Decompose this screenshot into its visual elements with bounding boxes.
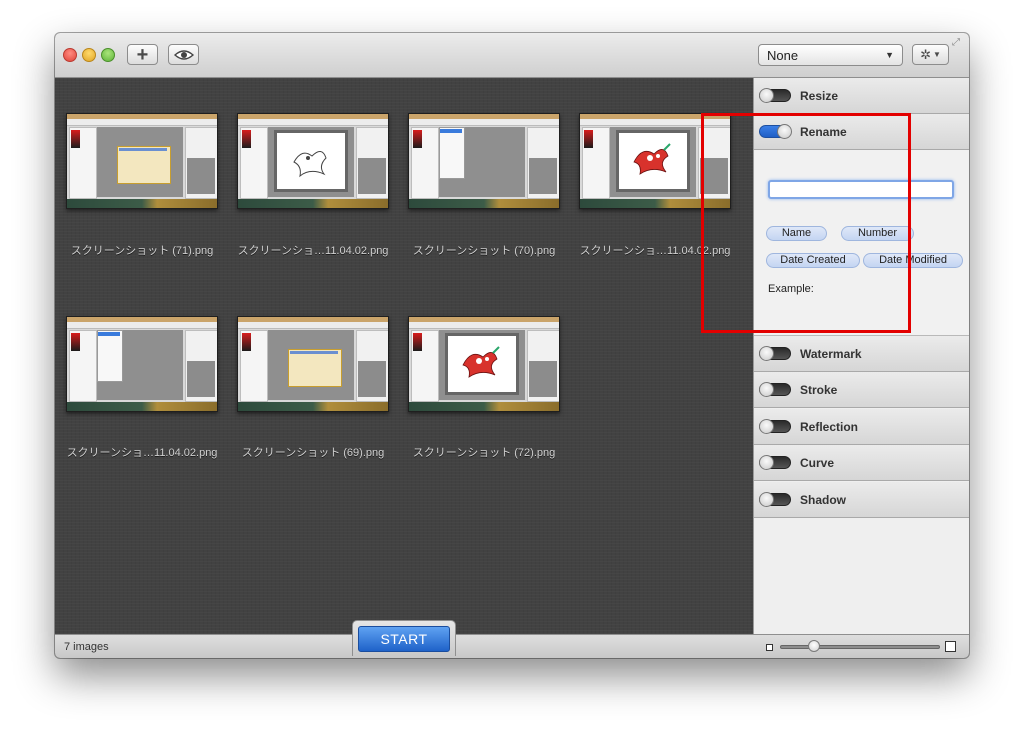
watermark-toggle[interactable]: [759, 346, 791, 361]
resize-toggle[interactable]: [759, 88, 791, 103]
stroke-toggle[interactable]: [759, 382, 791, 397]
chevron-down-icon: ▼: [885, 50, 894, 60]
section-shadow-label: Shadow: [800, 493, 847, 507]
image-thumbnail[interactable]: [408, 113, 560, 209]
section-curve-label: Curve: [800, 456, 835, 470]
section-reflection[interactable]: Reflection: [754, 409, 969, 445]
section-resize[interactable]: Resize: [754, 78, 969, 114]
effects-sidebar: Resize Rename Name Number Date Created D…: [753, 78, 969, 634]
zoom-slider-handle[interactable]: [808, 640, 820, 652]
section-rename-label: Rename: [800, 125, 847, 139]
shadow-toggle[interactable]: [759, 492, 791, 507]
plus-icon: +: [136, 43, 149, 66]
image-thumbnail[interactable]: [408, 316, 560, 412]
token-number-button[interactable]: Number: [841, 226, 914, 241]
settings-menu-button[interactable]: ✲ ▼: [912, 44, 949, 65]
fullscreen-icon[interactable]: ⤢: [952, 37, 960, 48]
image-caption: スクリーンショット (71).png: [70, 245, 214, 257]
image-caption: スクリーンショ…11.04.02.png: [237, 245, 389, 257]
gear-icon: ✲: [920, 46, 931, 62]
image-thumbnail[interactable]: [579, 113, 731, 209]
section-stroke-label: Stroke: [800, 383, 838, 397]
preset-select[interactable]: None ▼: [758, 44, 903, 66]
token-date-modified-button[interactable]: Date Modified: [863, 253, 963, 268]
toolbar: + None ▼ ✲ ▼ ⤢: [55, 33, 969, 78]
section-watermark-label: Watermark: [800, 347, 862, 361]
image-caption: スクリーンショ…11.04.02.png: [579, 245, 731, 257]
image-thumbnail[interactable]: [237, 113, 389, 209]
section-watermark[interactable]: Watermark: [754, 336, 969, 372]
close-window-button[interactable]: [63, 48, 77, 62]
section-resize-label: Resize: [800, 89, 839, 103]
example-label: Example:: [768, 283, 814, 295]
minimize-window-button[interactable]: [82, 48, 96, 62]
rename-panel: Name Number Date Created Date Modified E…: [754, 150, 969, 336]
curve-toggle[interactable]: [759, 455, 791, 470]
section-shadow[interactable]: Shadow: [754, 482, 969, 518]
preset-select-value: None: [767, 48, 799, 63]
image-caption: スクリーンショ…11.04.02.png: [66, 447, 218, 459]
image-thumbnail[interactable]: [66, 316, 218, 412]
image-thumbnail[interactable]: [66, 113, 218, 209]
zoom-large-icon: [945, 641, 956, 652]
status-bar: 7 images START: [55, 620, 969, 658]
app-window: + None ▼ ✲ ▼ ⤢ スクリーンショット (71).png スクリーンショ……: [55, 33, 969, 658]
section-stroke[interactable]: Stroke: [754, 372, 969, 408]
image-caption: スクリーンショット (69).png: [241, 447, 385, 459]
eye-icon: [173, 49, 194, 60]
rename-toggle[interactable]: [759, 124, 792, 139]
image-thumbnail[interactable]: [237, 316, 389, 412]
image-count: 7 images: [64, 641, 109, 653]
rename-pattern-input[interactable]: [768, 180, 954, 199]
section-rename[interactable]: Rename: [754, 114, 969, 150]
section-curve[interactable]: Curve: [754, 445, 969, 481]
image-caption: スクリーンショット (70).png: [412, 245, 556, 257]
reflection-toggle[interactable]: [759, 419, 791, 434]
preview-button[interactable]: [168, 44, 199, 65]
token-date-created-button[interactable]: Date Created: [766, 253, 860, 268]
image-grid[interactable]: スクリーンショット (71).png スクリーンショ…11.04.02.png スク…: [55, 78, 753, 634]
add-images-button[interactable]: +: [127, 44, 158, 65]
chevron-down-icon: ▼: [932, 50, 941, 59]
zoom-window-button[interactable]: [101, 48, 115, 62]
image-caption: スクリーンショット (72).png: [412, 447, 556, 459]
start-button[interactable]: START: [358, 626, 450, 652]
section-reflection-label: Reflection: [800, 420, 859, 434]
token-name-button[interactable]: Name: [766, 226, 827, 241]
zoom-slider[interactable]: [780, 645, 940, 649]
zoom-small-icon: [766, 644, 773, 651]
start-button-tab: START: [352, 620, 456, 656]
